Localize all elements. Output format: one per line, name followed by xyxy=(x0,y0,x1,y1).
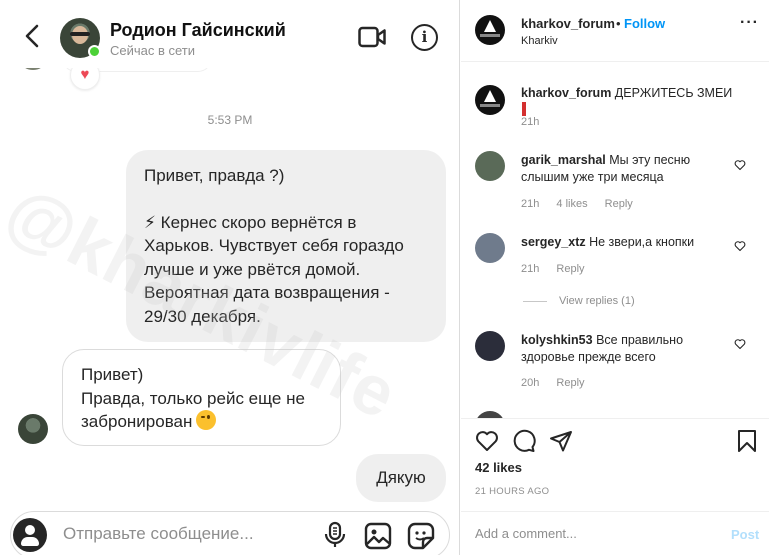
caption-time[interactable]: 21h xyxy=(521,116,539,128)
comment: sergey_xtz Не звери,а кнопки xyxy=(521,234,733,251)
add-comment-input[interactable] xyxy=(475,526,715,541)
caption-text: ДЕРЖИТЕСЬ ЗМЕИ xyxy=(614,86,733,100)
online-indicator xyxy=(88,45,101,58)
microphone-icon xyxy=(324,521,346,547)
comment-username[interactable]: sergey_xtz xyxy=(521,235,586,249)
view-replies-button[interactable]: View replies (1) xyxy=(523,295,635,307)
comment-avatar-partial xyxy=(475,411,505,418)
comments-list: kharkov_forum ДЕРЖИТЕСЬ ЗМЕИ 21h garik_m… xyxy=(461,63,769,418)
likes-count[interactable]: 42 likes xyxy=(475,460,522,475)
separator-dot: • xyxy=(616,16,621,31)
post-time[interactable]: 21 HOURS AGO xyxy=(475,486,549,497)
voice-message-button[interactable] xyxy=(323,521,347,549)
post-author-username[interactable]: kharkov_forum xyxy=(521,16,615,31)
comment-time[interactable]: 21h xyxy=(521,198,539,210)
like-comment-heart-icon[interactable] xyxy=(734,338,746,350)
message-line-with-emoji: забронирован xyxy=(81,410,322,434)
message-text: забронирован xyxy=(81,412,193,431)
like-heart-icon[interactable] xyxy=(475,429,499,453)
gallery-button[interactable] xyxy=(364,522,392,550)
view-replies-label: View replies (1) xyxy=(559,295,635,307)
comment: kolyshkin53 Все правильно здоровье прежд… xyxy=(521,332,733,366)
comment-meta: 21h Reply xyxy=(521,263,599,275)
message-timestamp: 5:53 PM xyxy=(207,113,253,127)
caption-username[interactable]: kharkov_forum xyxy=(521,86,611,100)
message-line: Харьков. Чувствует себя гораздо xyxy=(144,236,404,255)
wink-emoji-icon xyxy=(196,410,217,430)
message-line: Привет) xyxy=(81,365,144,384)
outgoing-message[interactable]: Дякую xyxy=(356,454,446,502)
message-line: Вероятная дата возвращения - xyxy=(144,283,390,302)
message-line: ⚡ Кернес скоро вернётся в xyxy=(144,212,357,232)
caption-author-avatar[interactable] xyxy=(475,85,505,115)
like-comment-heart-icon[interactable] xyxy=(734,159,746,171)
post-location[interactable]: Kharkiv xyxy=(521,35,558,47)
reply-button[interactable]: Reply xyxy=(556,377,584,389)
post-header: kharkov_forum • Follow Kharkiv ··· xyxy=(461,0,769,62)
reply-button[interactable]: Reply xyxy=(605,198,633,210)
comment-username[interactable]: kolyshkin53 xyxy=(521,333,593,347)
caption-meta: 21h xyxy=(521,116,553,128)
message-line: Привет, правда ?) xyxy=(144,166,285,185)
add-comment-bar: Post xyxy=(461,511,769,555)
more-options-button[interactable]: ··· xyxy=(740,14,759,32)
comment-time[interactable]: 20h xyxy=(521,377,539,389)
save-bookmark-icon[interactable] xyxy=(735,429,759,453)
chat-header: Родион Гайсинский Сейчас в сети i xyxy=(0,0,459,68)
incoming-message[interactable]: Привет) Правда, только рейс еще не забро… xyxy=(62,349,341,446)
info-button[interactable]: i xyxy=(411,24,438,51)
post-author-avatar[interactable] xyxy=(475,15,505,45)
comment: garik_marshal Мы эту песню слышим уже тр… xyxy=(521,152,733,186)
comment-avatar[interactable] xyxy=(475,151,505,181)
like-comment-heart-icon[interactable] xyxy=(734,240,746,252)
comment-avatar[interactable] xyxy=(475,331,505,361)
exclamation-icon xyxy=(522,102,526,116)
direct-message-panel: Родион Гайсинский Сейчас в сети i ♥ 5:53… xyxy=(0,0,460,555)
sender-avatar[interactable] xyxy=(18,414,48,444)
sticker-button[interactable] xyxy=(407,522,435,550)
reply-button[interactable]: Reply xyxy=(556,263,584,275)
caption: kharkov_forum ДЕРЖИТЕСЬ ЗМЕИ xyxy=(521,85,733,119)
post-comment-button[interactable]: Post xyxy=(731,527,759,542)
message-line: лучше и уже рвётся домой. xyxy=(144,259,361,279)
comment-likes[interactable]: 4 likes xyxy=(556,198,587,210)
follow-button[interactable]: Follow xyxy=(624,16,665,31)
message-line: 29/30 декабря. xyxy=(144,306,261,326)
back-button[interactable] xyxy=(22,24,42,48)
contact-status: Сейчас в сети xyxy=(110,43,196,58)
chevron-left-icon xyxy=(25,24,39,48)
message-composer xyxy=(10,511,450,555)
sticker-icon xyxy=(407,522,435,550)
instagram-post-panel: kharkov_forum • Follow Kharkiv ··· khark… xyxy=(461,0,769,555)
user-avatar-icon[interactable] xyxy=(13,518,47,552)
comment-text: Не звери,а кнопки xyxy=(589,235,695,249)
outgoing-message[interactable]: Привет, правда ?) ⚡ Кернес скоро вернётс… xyxy=(126,150,446,342)
image-icon xyxy=(364,522,392,550)
message-line: Правда, только рейс еще не xyxy=(81,388,305,408)
video-call-icon xyxy=(358,26,386,48)
comment-meta: 20h Reply xyxy=(521,377,599,389)
message-input[interactable] xyxy=(63,524,313,544)
info-icon: i xyxy=(421,28,428,46)
post-actions: 42 likes 21 HOURS AGO Post xyxy=(461,418,769,555)
video-call-button[interactable] xyxy=(358,26,386,48)
comment-avatar[interactable] xyxy=(475,233,505,263)
comment-meta: 21h 4 likes Reply xyxy=(521,198,647,210)
comment-bubble-icon[interactable] xyxy=(512,429,536,453)
comment-username[interactable]: garik_marshal xyxy=(521,153,606,167)
share-paper-plane-icon[interactable] xyxy=(549,429,573,453)
contact-name[interactable]: Родион Гайсинский xyxy=(110,20,286,41)
comment-time[interactable]: 21h xyxy=(521,263,539,275)
